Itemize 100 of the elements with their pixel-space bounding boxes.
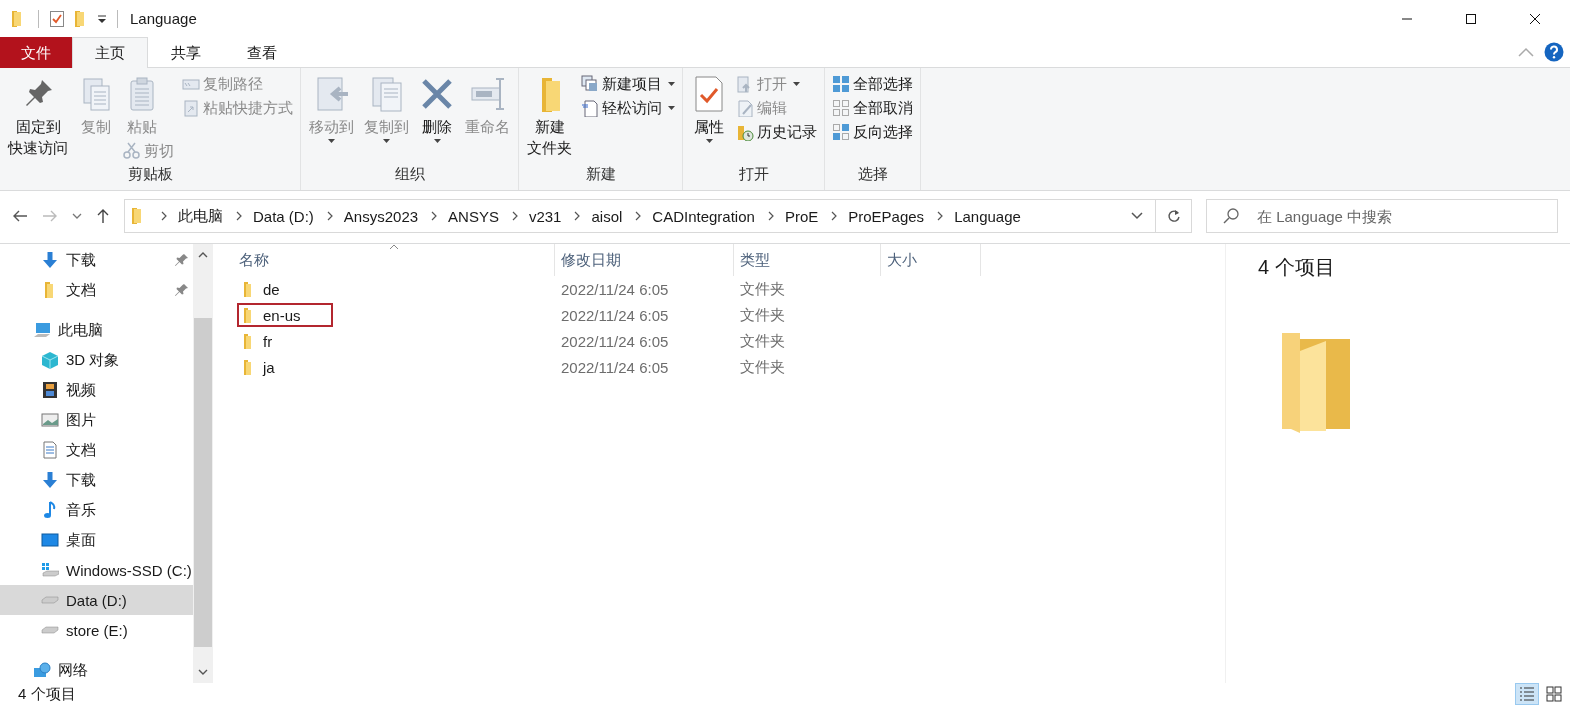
sidebar-item[interactable]: 音乐: [0, 495, 193, 525]
chevron-right-icon: [766, 211, 775, 221]
ribbon-button[interactable]: 反向选择: [829, 120, 916, 144]
cube-icon: [41, 351, 59, 369]
breadcrumb[interactable]: CADIntegration: [652, 207, 755, 225]
address-bar[interactable]: 此电脑 Data (D:) Ansys2023 ANSYS v231 aisol CADIntegration ProE ProEPages Language: [124, 199, 1156, 233]
chevron-right-icon: [235, 211, 243, 221]
breadcrumb[interactable]: ProE: [784, 207, 819, 225]
chevron-down-icon[interactable]: [1131, 212, 1143, 220]
ribbon-button[interactable]: 新建 文件夹: [523, 72, 576, 160]
ribbon-tab[interactable]: 文件: [0, 37, 72, 68]
down-arrow-icon: [41, 471, 59, 489]
column-header[interactable]: 大小: [881, 244, 981, 276]
sidebar-item[interactable]: 下载: [0, 465, 193, 495]
window-title: Language: [130, 10, 197, 27]
view-toggle-button[interactable]: [1515, 683, 1539, 705]
file-name[interactable]: fr: [263, 332, 273, 350]
chevron-right-icon: [510, 211, 519, 221]
status-text: 4 个项目: [18, 684, 76, 704]
refresh-button[interactable]: [1156, 199, 1192, 233]
sidebar-item[interactable]: 桌面: [0, 525, 193, 555]
ribbon-button[interactable]: 固定到 快速访问: [4, 72, 72, 160]
maximize-icon: [1465, 12, 1477, 25]
ribbon-group-label: 选择: [856, 164, 889, 184]
sidebar-item[interactable]: 视频: [0, 375, 193, 405]
file-name[interactable]: de: [263, 280, 280, 298]
sidebar-item[interactable]: store (E:): [0, 615, 193, 645]
ribbon-tab[interactable]: 查看: [224, 37, 300, 68]
edit-icon: [736, 99, 754, 117]
caret-icon[interactable]: [97, 13, 107, 24]
invert-selection-icon: [832, 123, 850, 141]
help-icon[interactable]: [1544, 42, 1564, 62]
chevron-down-icon[interactable]: [72, 212, 82, 220]
shortcut-icon: [182, 99, 200, 117]
back-arrow-icon[interactable]: [12, 209, 28, 223]
sidebar-item[interactable]: Data (D:): [0, 585, 193, 615]
file-name[interactable]: ja: [263, 358, 275, 376]
chevron-right-icon: [573, 211, 582, 221]
sidebar-item[interactable]: 文档: [0, 275, 193, 305]
ribbon-group-label: 剪贴板: [126, 164, 174, 184]
breadcrumb[interactable]: Data (D:): [253, 207, 314, 225]
picture-icon: [41, 411, 59, 429]
ribbon-button[interactable]: 历史记录: [733, 120, 820, 144]
large-icons-view-icon: [1544, 684, 1564, 704]
new-item-icon: [581, 75, 599, 93]
chevron-up-icon[interactable]: [198, 252, 208, 258]
chevron-right-icon: [430, 211, 439, 221]
ribbon-button[interactable]: 新建项目: [578, 72, 678, 96]
sidebar-item[interactable]: Windows-SSD (C:): [0, 555, 193, 585]
breadcrumb[interactable]: ProEPages: [848, 207, 925, 225]
scrollbar-thumb[interactable]: [194, 318, 212, 647]
breadcrumb[interactable]: v231: [528, 207, 562, 225]
table-cell-text: 2022/11/24 6:05: [560, 280, 670, 298]
chevron-down-icon[interactable]: [198, 669, 208, 675]
table-cell-text: 文件夹: [739, 357, 786, 377]
computer-icon: [33, 321, 51, 339]
column-header[interactable]: 修改日期: [555, 244, 734, 276]
ribbon-button[interactable]: 属性: [687, 72, 731, 145]
table-cell-text: 文件夹: [739, 305, 786, 325]
search-field[interactable]: 在 Language 中搜索: [1206, 199, 1558, 233]
breadcrumb[interactable]: Language: [954, 207, 1021, 225]
sidebar-item[interactable]: 下载: [0, 245, 193, 275]
refresh-icon: [1166, 209, 1181, 223]
breadcrumb[interactable]: aisol: [591, 207, 623, 225]
breadcrumb[interactable]: Ansys2023: [343, 207, 419, 225]
column-header[interactable]: 类型: [734, 244, 881, 276]
ribbon-button[interactable]: 全部选择: [829, 72, 916, 96]
film-icon: [41, 381, 59, 399]
search-icon: [1222, 207, 1240, 225]
breadcrumb[interactable]: ANSYS: [448, 207, 499, 225]
sidebar-item[interactable]: 3D 对象: [0, 345, 193, 375]
sort-up-icon: [389, 244, 399, 250]
ribbon-button[interactable]: 删除: [415, 72, 459, 145]
ribbon-button[interactable]: 轻松访问: [578, 96, 678, 120]
sidebar-item[interactable]: 文档: [0, 435, 193, 465]
chevron-right-icon: [160, 211, 168, 221]
scissors-icon: [123, 142, 141, 160]
ribbon-tab[interactable]: 主页: [72, 37, 148, 68]
breadcrumb[interactable]: 此电脑: [178, 206, 223, 226]
rename-icon: [469, 76, 506, 112]
column-header[interactable]: 名称: [237, 244, 555, 276]
network-icon: [33, 661, 51, 679]
desktop-icon: [41, 531, 59, 549]
sidebar-item[interactable]: 图片: [0, 405, 193, 435]
close-icon: [1529, 12, 1541, 25]
scrollbar[interactable]: [193, 244, 213, 683]
ribbon-group-label: 新建: [584, 164, 617, 184]
up-arrow-icon[interactable]: [96, 208, 110, 224]
windows-drive-icon: [41, 561, 59, 579]
ribbon-tab[interactable]: 共享: [148, 37, 224, 68]
sidebar-item[interactable]: 此电脑: [0, 315, 193, 345]
sidebar-item[interactable]: 网络: [0, 655, 193, 685]
document-icon: [41, 441, 59, 459]
folder-clock-icon: [736, 123, 754, 141]
checklist-icon[interactable]: [49, 9, 65, 28]
ribbon-group-label: 打开: [737, 164, 770, 184]
table-cell-text: 2022/11/24 6:05: [560, 306, 670, 324]
table-cell-text: 2022/11/24 6:05: [560, 332, 670, 350]
ribbon-button[interactable]: 全部取消: [829, 96, 916, 120]
file-name[interactable]: en-us: [263, 306, 301, 324]
